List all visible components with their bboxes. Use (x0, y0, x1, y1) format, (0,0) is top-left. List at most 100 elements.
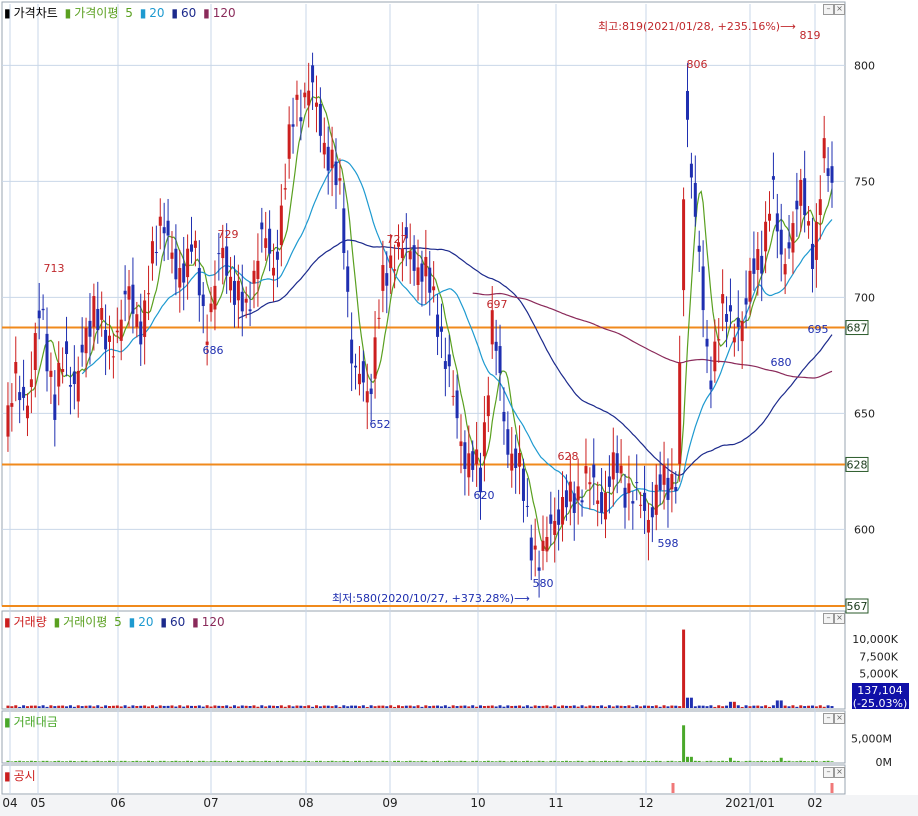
amount-bar (291, 760, 295, 762)
amount-bar (68, 760, 72, 762)
amount-bar (256, 761, 260, 762)
amount-panel-close-button[interactable]: × (834, 713, 845, 724)
candle-body (41, 308, 45, 311)
amount-panel-minimize-button[interactable]: – (823, 713, 834, 724)
disclosure-panel-minimize-button[interactable]: – (823, 767, 834, 778)
volume-panel-minimize-button[interactable]: – (823, 613, 834, 624)
amount-bar (143, 761, 147, 762)
candle-body (369, 388, 373, 395)
amount-bar (752, 761, 756, 762)
volume-bar (697, 705, 701, 708)
y-tick-label: 600 (854, 523, 875, 536)
volume-bar (279, 705, 283, 708)
volume-bar (803, 706, 807, 708)
candle-body (576, 486, 580, 501)
ma-20-marker: ▮ (139, 6, 147, 20)
volume-bar (514, 705, 518, 708)
candle-body (412, 245, 416, 271)
candle-body (502, 411, 506, 422)
candle-body (557, 509, 561, 525)
candle-body (521, 468, 525, 501)
volume-bar (662, 705, 666, 708)
volume-ma-20-label: 20 (138, 615, 154, 629)
volume-bar (396, 705, 400, 708)
volume-bar (37, 706, 41, 708)
candle-body (68, 385, 72, 387)
candle-body (752, 258, 756, 274)
candle-body (139, 321, 143, 345)
candle-body (96, 308, 100, 331)
volume-bar (14, 705, 18, 708)
volume-bar (561, 705, 565, 708)
amount-bar (764, 761, 768, 762)
volume-panel-close-button[interactable]: × (834, 613, 845, 624)
amount-bar (396, 760, 400, 762)
candle-body (822, 138, 826, 159)
amount-bar (725, 761, 729, 762)
amount-bar (803, 761, 807, 762)
chart-canvas[interactable]: 687 628 567 137,104(-25.03%) 713 686 729 727 6… (0, 0, 918, 816)
amount-bar (166, 761, 170, 762)
volume-ma-60-label: 60 (169, 615, 186, 629)
amount-bar (10, 761, 14, 762)
amount-bar (822, 760, 826, 762)
candle-body (678, 363, 682, 464)
candle-body (545, 536, 549, 552)
volume-bar (166, 705, 170, 708)
amount-bar (572, 761, 576, 762)
candle-body (697, 245, 701, 252)
volume-bar (104, 705, 108, 708)
amount-bar (627, 760, 631, 762)
candle-body (518, 452, 522, 467)
current-volume-change: (-25.03%) (853, 697, 908, 710)
volume-bar (682, 629, 686, 708)
volume-bar (494, 706, 498, 708)
volume-bar (236, 706, 240, 708)
amount-bar (260, 761, 264, 762)
volume-bar (162, 705, 166, 708)
amount-bar (248, 761, 252, 762)
amount-bar (795, 761, 799, 762)
volume-bar (529, 706, 533, 708)
candle-body (709, 380, 713, 390)
amount-bar (92, 761, 96, 762)
volume-bar (424, 705, 428, 708)
candle-body (818, 199, 822, 216)
amount-bar (592, 760, 596, 762)
amount-bar (408, 760, 412, 762)
candle-body (209, 303, 213, 313)
candle-body (463, 442, 467, 469)
price-panel-close-button[interactable]: × (834, 4, 845, 15)
amount-bar (107, 760, 111, 762)
volume-bar (748, 706, 752, 708)
candle-body (361, 361, 365, 383)
ma-5-label: 5 (125, 6, 133, 20)
volume-bar (760, 706, 764, 708)
candle-body (760, 255, 764, 274)
amount-bar (377, 761, 381, 762)
volume-ma-60-marker: ▮ (160, 615, 167, 629)
amount-bar (104, 761, 108, 762)
amount-bar (412, 761, 416, 762)
all-time-low-note: 최저:580(2020/10/27, +373.28%)⟶ (332, 592, 530, 605)
candle-body (510, 453, 514, 471)
amount-bar (330, 760, 334, 762)
price-panel-minimize-button[interactable]: – (823, 4, 834, 15)
volume-bar (139, 705, 143, 708)
volume-bar (389, 705, 393, 708)
ma-60-label: 60 (181, 6, 197, 20)
candle-body (654, 484, 658, 515)
volume-bar (92, 706, 96, 708)
volume-bar (564, 705, 568, 708)
disclosure-panel-close-button[interactable]: × (834, 767, 845, 778)
price-legend: ▮ 가격차트 ▮ 가격이평 5 ▮ 20 ▮ 60 ▮ 120 (4, 4, 239, 21)
candle-body (471, 451, 475, 470)
candle-body (439, 326, 443, 332)
volume-bar (287, 705, 291, 708)
volume-bar (752, 705, 756, 708)
volume-bar (623, 706, 627, 708)
amount-bar (334, 761, 338, 762)
amount-bar (631, 760, 635, 762)
amount-bar (307, 760, 311, 762)
peak-label: 806 (687, 58, 708, 71)
